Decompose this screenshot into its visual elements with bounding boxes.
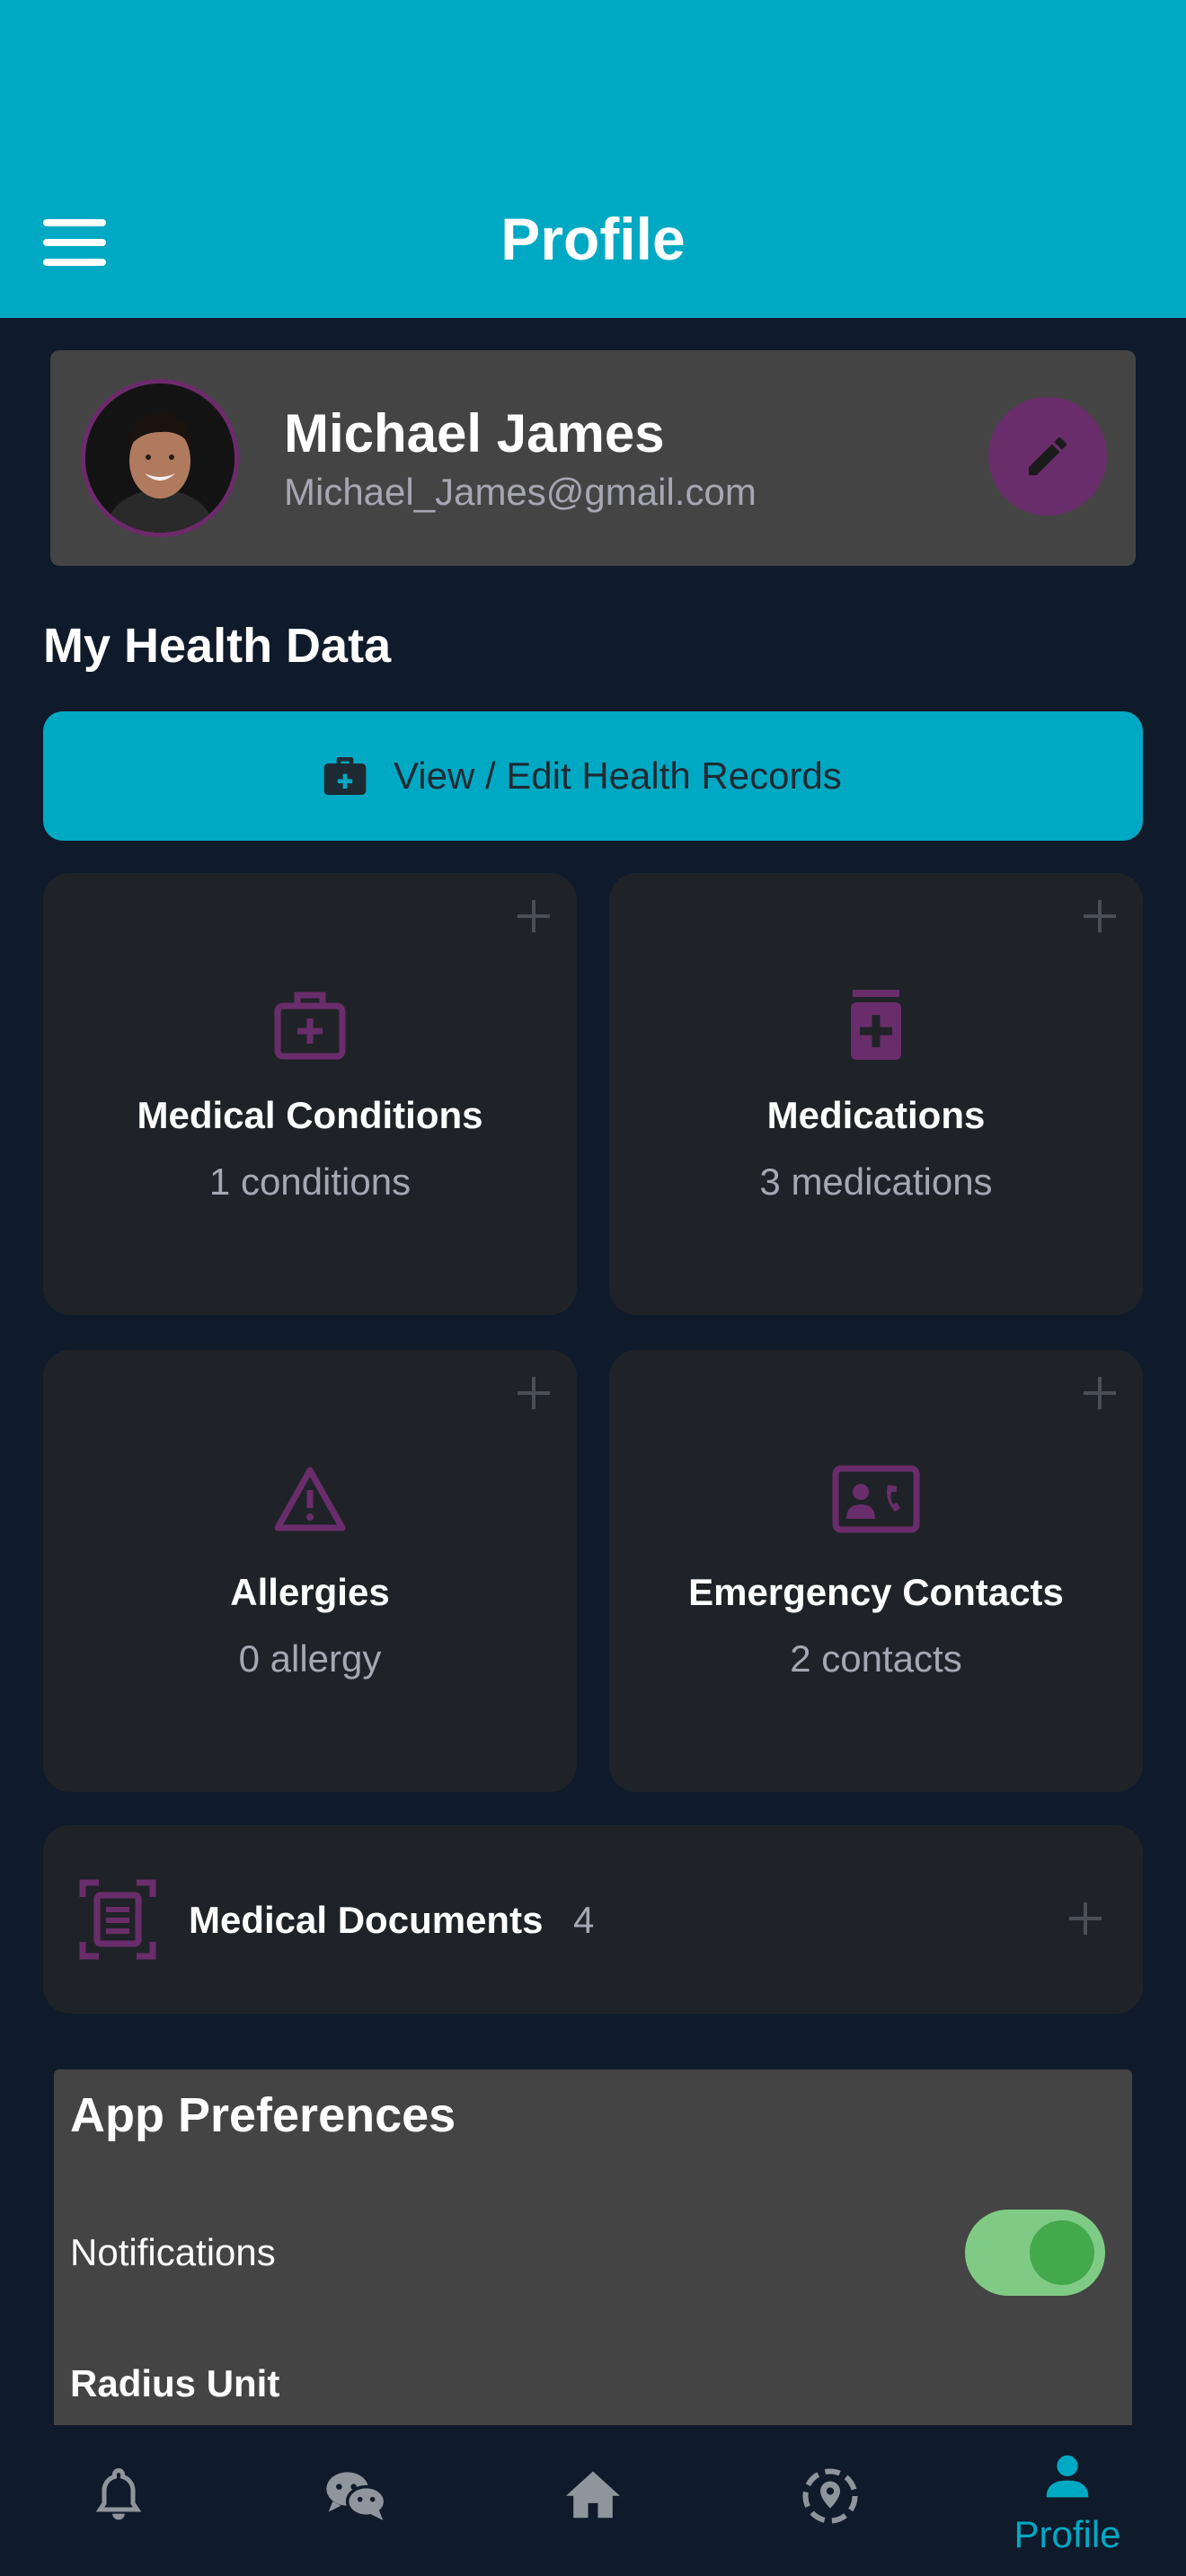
- allergies-tile[interactable]: Allergies 0 allergy: [43, 1350, 577, 1792]
- app-header: Profile: [0, 0, 1186, 318]
- health-section-title: My Health Data: [43, 619, 392, 673]
- medications-tile[interactable]: Medications 3 medications: [609, 873, 1143, 1315]
- warning-triangle-icon: [274, 1467, 346, 1531]
- view-edit-health-records-button[interactable]: View / Edit Health Records: [43, 711, 1143, 841]
- profile-email: Michael_James@gmail.com: [284, 471, 757, 513]
- documents-label: Medical Documents: [189, 1899, 544, 1941]
- tile-title: Medications: [766, 1094, 986, 1136]
- medical-kit-icon: [323, 757, 367, 795]
- tile-title: Allergies: [230, 1571, 390, 1613]
- documents-count: 4: [573, 1899, 595, 1941]
- tile-count: 2 contacts: [790, 1637, 962, 1680]
- bottom-navigation: Profile: [0, 2425, 1186, 2576]
- add-icon[interactable]: [1080, 896, 1120, 936]
- contact-card-icon: [832, 1465, 920, 1533]
- page-title: Profile: [500, 206, 686, 272]
- chat-icon: [326, 2472, 387, 2520]
- toggle-knob: [1030, 2220, 1094, 2285]
- tile-count: 1 conditions: [208, 1160, 412, 1203]
- app-preferences-card: App Preferences Notifications Radius Uni…: [54, 2069, 1132, 2425]
- medical-conditions-tile[interactable]: Medical Conditions 1 conditions: [43, 873, 577, 1315]
- nav-location[interactable]: [758, 2425, 902, 2576]
- profile-card: Michael James Michael_James@gmail.com: [50, 350, 1136, 566]
- tile-title: Medical Conditions: [137, 1094, 483, 1136]
- add-icon[interactable]: [514, 896, 553, 936]
- tile-count: 0 allergy: [238, 1637, 382, 1680]
- nav-notifications[interactable]: [47, 2425, 190, 2576]
- document-scan-icon: [79, 1879, 156, 1960]
- radius-unit-label: Radius Unit: [70, 2362, 280, 2404]
- pencil-icon: [1029, 437, 1067, 475]
- nav-profile-label: Profile: [1013, 2513, 1121, 2555]
- location-icon: [802, 2468, 858, 2524]
- add-icon[interactable]: [514, 1373, 553, 1413]
- tile-count: 3 medications: [759, 1160, 993, 1203]
- avatar: [81, 379, 239, 537]
- preferences-title: App Preferences: [70, 2088, 456, 2142]
- notifications-toggle[interactable]: [965, 2210, 1105, 2296]
- profile-name: Michael James: [284, 403, 665, 463]
- add-icon[interactable]: [1080, 1373, 1120, 1413]
- records-button-label: View / Edit Health Records: [394, 754, 842, 797]
- bell-icon: [95, 2468, 142, 2520]
- add-icon[interactable]: [1066, 1899, 1105, 1938]
- nav-profile[interactable]: Profile: [996, 2425, 1139, 2576]
- notifications-label: Notifications: [70, 2231, 276, 2273]
- tile-title: Emergency Contacts: [688, 1571, 1064, 1613]
- emergency-contacts-tile[interactable]: Emergency Contacts 2 contacts: [609, 1350, 1143, 1792]
- person-icon: [1046, 2455, 1089, 2498]
- medical-bag-icon: [274, 992, 346, 1060]
- home-icon: [566, 2471, 620, 2519]
- nav-chat[interactable]: [284, 2425, 428, 2576]
- nav-home[interactable]: [521, 2425, 665, 2576]
- medicine-bottle-icon: [851, 990, 901, 1060]
- medical-documents-card[interactable]: Medical Documents 4: [43, 1825, 1143, 2014]
- edit-profile-button[interactable]: [988, 397, 1107, 516]
